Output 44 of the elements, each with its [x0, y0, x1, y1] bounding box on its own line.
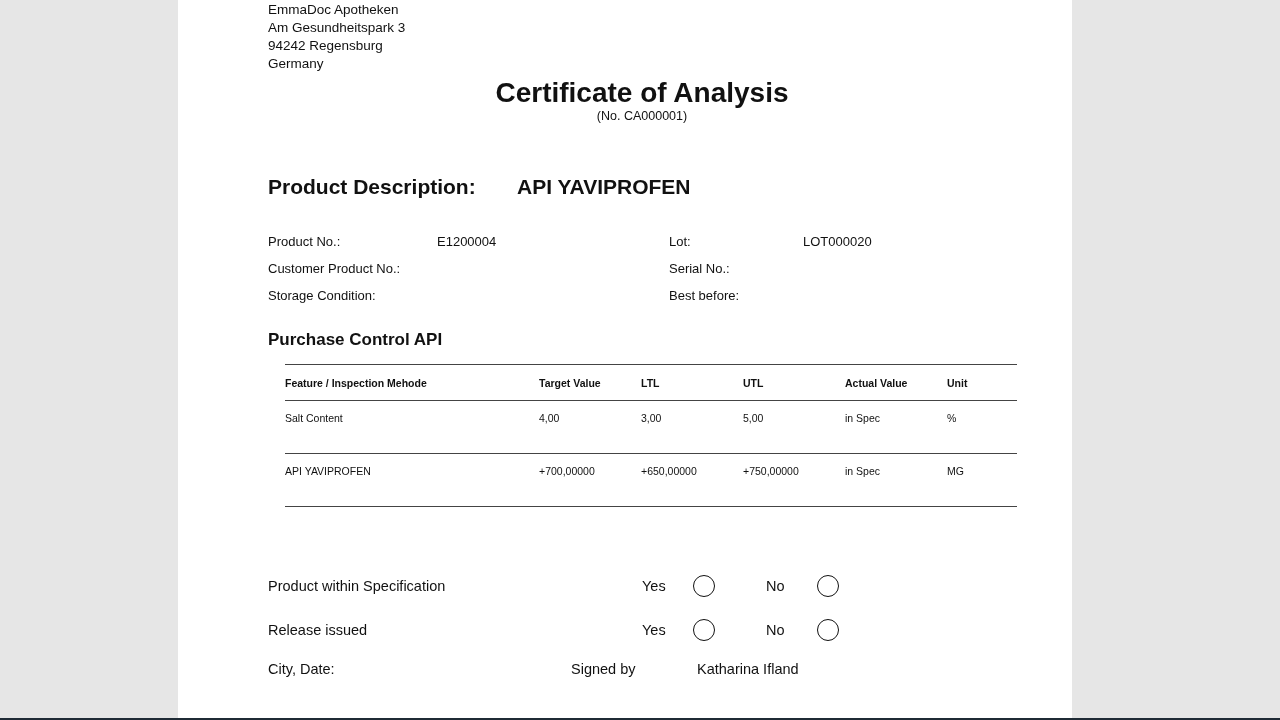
option-label: Yes	[642, 578, 667, 594]
section-title: Purchase Control API	[268, 330, 444, 350]
option-label: No	[766, 622, 786, 638]
option-label: No	[766, 578, 786, 594]
field-value: LOT000020	[803, 234, 872, 249]
field-label: Product No.:	[268, 234, 342, 249]
column-header: LTL	[641, 364, 743, 401]
table-cell: 3,00	[641, 400, 743, 454]
table-cell: API YAVIPROFEN	[285, 453, 539, 507]
field-label: Storage Condition:	[268, 288, 377, 303]
table-cell: 4,00	[539, 400, 641, 454]
column-header: UTL	[743, 364, 845, 401]
table-cell: in Spec	[845, 400, 947, 454]
address-line: 94242 Regensburg	[268, 37, 384, 55]
column-header: Unit	[947, 364, 1017, 401]
table-cell: +750,00000	[743, 453, 845, 507]
table-cell: 5,00	[743, 400, 845, 454]
column-header: Actual Value	[845, 364, 947, 401]
check-label: Product within Specification	[268, 578, 447, 594]
table-cell: %	[947, 400, 1017, 454]
column-header: Feature / Inspection Mehode	[285, 364, 539, 401]
field-label: Serial No.:	[669, 261, 731, 276]
field-value: E1200004	[437, 234, 497, 249]
table-cell: in Spec	[845, 453, 947, 507]
option-label: Yes	[642, 622, 667, 638]
field-label: Customer Product No.:	[268, 261, 402, 276]
table-cell: +650,00000	[641, 453, 743, 507]
signer-name: Katharina Ifland	[697, 661, 799, 677]
check-label: Release issued	[268, 622, 369, 638]
address-line: Am Gesundheitspark 3	[268, 19, 407, 37]
city-date-label: City, Date:	[268, 661, 336, 677]
product-description-value: API YAVIPROFEN	[517, 175, 691, 199]
field-label: Best before:	[669, 288, 741, 303]
column-header: Target Value	[539, 364, 641, 401]
product-description-label: Product Description:	[268, 175, 477, 199]
address-line: Germany	[268, 55, 325, 73]
certificate-number: (No. CA000001)	[595, 109, 689, 123]
table-cell: MG	[947, 453, 1017, 507]
address-line: EmmaDoc Apotheken	[268, 1, 400, 19]
field-label: Lot:	[669, 234, 692, 249]
table-cell: Salt Content	[285, 400, 539, 454]
table-cell: +700,00000	[539, 453, 641, 507]
document-title: Certificate of Analysis	[495, 77, 789, 109]
signed-by-label: Signed by	[571, 661, 637, 677]
